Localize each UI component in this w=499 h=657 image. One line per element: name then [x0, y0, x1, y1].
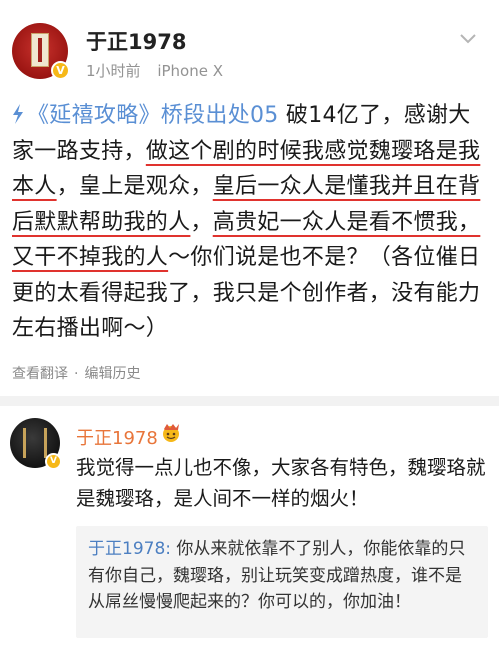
- translate-link[interactable]: 查看翻译: [12, 366, 68, 382]
- comment-item: V 于正1978 我觉得一点儿也不像，大家各有特色，魏璎珞就是魏璎珞，是人间不一…: [0, 406, 499, 657]
- avatar-stamp-graphic: [31, 33, 49, 67]
- separator-dot: ·: [74, 366, 79, 382]
- quoted-reply: 于正1978: 你从来就依靠不了别人，你能依靠的只有你自己，魏璎珞，别让玩笑变成…: [76, 526, 488, 638]
- post-meta: 1小时前 iPhone X: [86, 60, 235, 81]
- topic-link[interactable]: 《延禧攻略》桥段出处05: [27, 103, 279, 128]
- post-time: 1小时前: [86, 62, 141, 80]
- verified-badge-icon: V: [51, 61, 70, 80]
- author-username[interactable]: 于正1978: [86, 26, 186, 56]
- avatar-calligraphy-graphic: [23, 428, 47, 458]
- chevron-down-icon[interactable]: [458, 28, 478, 48]
- lightning-icon: [13, 104, 23, 124]
- quoted-username[interactable]: 于正1978:: [88, 539, 171, 559]
- post-body: 《延禧攻略》桥段出处05 破14亿了，感谢大家一路支持，做这个剧的时候我感觉魏璎…: [12, 98, 490, 347]
- comment-text: 我觉得一点儿也不像，大家各有特色，魏璎珞就是魏璎珞，是人间不一样的烟火！: [76, 456, 486, 510]
- post-actions: 查看翻译 · 编辑历史: [12, 363, 140, 383]
- body-segment: ，皇上是观众，: [56, 174, 213, 199]
- crown-emoji-icon: [163, 424, 179, 442]
- edit-history-link[interactable]: 编辑历史: [84, 366, 140, 382]
- post-device[interactable]: iPhone X: [157, 62, 223, 80]
- section-divider: [0, 396, 499, 406]
- weibo-post: V 于正1978 1小时前 iPhone X 《延禧攻略》桥段出处05 破14亿…: [0, 0, 499, 400]
- verified-badge-icon: V: [45, 453, 62, 470]
- commenter-username[interactable]: 于正1978: [76, 424, 158, 450]
- body-segment: ，: [190, 209, 213, 235]
